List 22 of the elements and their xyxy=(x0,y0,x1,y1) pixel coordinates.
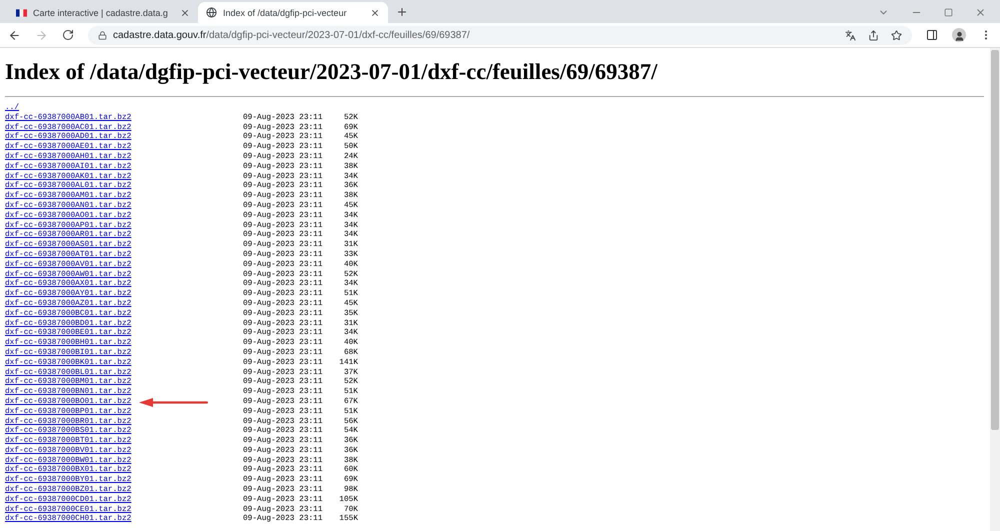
translate-icon[interactable] xyxy=(845,30,856,40)
globe-icon xyxy=(206,7,217,18)
page-heading: Index of /data/dgfip-pci-vecteur/2023-07-01/dxf-cc/feuilles/69/69387/ xyxy=(5,59,658,85)
share-icon[interactable] xyxy=(868,30,879,40)
browser-tab[interactable]: Index of /data/dgfip-pci-vecteur xyxy=(198,2,388,23)
tab-title: Index of /data/dgfip-pci-vecteur xyxy=(223,8,348,18)
browser-tab[interactable]: Carte interactive | cadastre.data.g xyxy=(8,2,198,23)
side-panel-icon[interactable] xyxy=(926,29,938,41)
scrollbar[interactable] xyxy=(990,48,1000,531)
arrow-annotation xyxy=(139,398,210,408)
french-flag-icon xyxy=(16,8,27,16)
new-tab-icon[interactable] xyxy=(396,6,408,18)
profile-avatar[interactable] xyxy=(952,28,966,42)
tab-title: Carte interactive | cadastre.data.g xyxy=(33,8,169,18)
maximize-icon[interactable] xyxy=(944,8,953,17)
reload-icon[interactable] xyxy=(62,29,74,41)
close-icon[interactable] xyxy=(180,8,190,18)
back-icon[interactable] xyxy=(8,28,21,42)
lock-icon xyxy=(98,30,107,40)
address-bar[interactable]: cadastre.data.gouv.fr/data/dgfip-pci-vecteur/2023-07-01/dxf-cc/feuilles/69/69387/ xyxy=(88,26,912,44)
star-icon[interactable] xyxy=(891,30,902,40)
close-icon[interactable] xyxy=(370,8,380,18)
